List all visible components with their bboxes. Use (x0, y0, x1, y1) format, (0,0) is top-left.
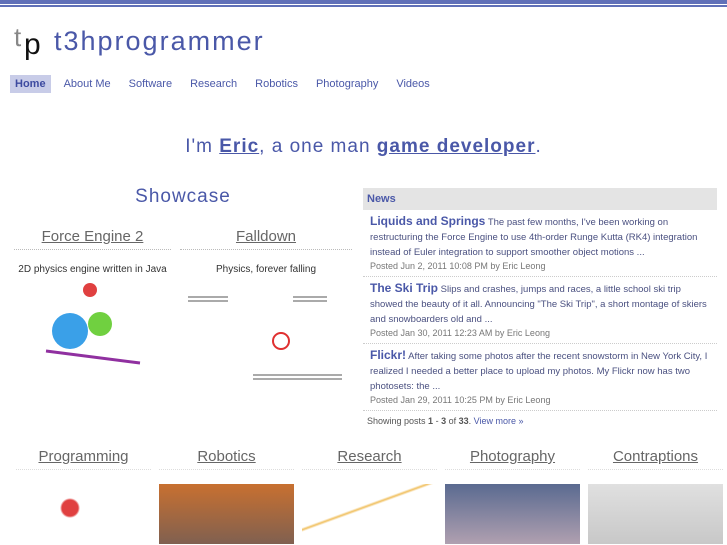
card-desc: Physics, forever falling (215, 264, 317, 275)
falldown-link[interactable]: Falldown (180, 228, 352, 250)
tagline-text: . (535, 136, 542, 157)
category-link[interactable]: Contraptions (588, 448, 723, 470)
showcase-card: Force Engine 2 2D physics engine written… (14, 228, 171, 380)
tagline-text: I'm (185, 136, 220, 157)
category-image[interactable] (159, 484, 294, 544)
news-item: The Ski Trip Slips and crashes, jumps an… (363, 277, 717, 344)
top-bar (0, 0, 727, 5)
category-programming: Programming (12, 448, 155, 544)
news-meta: Posted Jun 2, 2011 10:08 PM by Eric Leon… (370, 261, 546, 271)
news-title-link[interactable]: The Ski Trip (370, 281, 438, 295)
nav-robotics[interactable]: Robotics (250, 75, 303, 93)
range-sep: - (433, 416, 442, 426)
category-image[interactable] (445, 484, 580, 544)
card-desc: 2D physics engine written in Java (18, 264, 167, 275)
showcase-heading: Showcase (135, 186, 231, 207)
news-heading: News (363, 188, 717, 210)
nav-home[interactable]: Home (10, 75, 51, 93)
site-title[interactable]: t3hprogrammer (54, 26, 265, 57)
name-link[interactable]: Eric (219, 136, 259, 157)
category-row: Programming Robotics Research Photograph… (12, 448, 727, 544)
category-link[interactable]: Research (302, 448, 437, 470)
falldown-image[interactable] (180, 275, 352, 385)
news-meta: Posted Jan 29, 2011 10:25 PM by Eric Leo… (370, 395, 551, 405)
force-engine-link[interactable]: Force Engine 2 (14, 228, 171, 250)
pagination-info: Showing posts 1 - 3 of 33. View more » (363, 411, 717, 431)
news-panel: News Liquids and Springs The past few mo… (363, 188, 717, 431)
category-image[interactable] (588, 484, 723, 544)
category-robotics: Robotics (155, 448, 298, 544)
category-contraptions: Contraptions (584, 448, 727, 544)
tagline-text: , a one man (259, 136, 377, 157)
category-image[interactable] (302, 484, 437, 544)
news-item: Liquids and Springs The past few months,… (363, 210, 717, 277)
news-item: Flickr! After taking some photos after t… (363, 344, 717, 411)
category-research: Research (298, 448, 441, 544)
svg-text:p: p (24, 28, 41, 61)
main-nav: Home About Me Software Research Robotics… (10, 75, 443, 93)
total-posts: 33 (458, 416, 469, 426)
news-title-link[interactable]: Liquids and Springs (370, 214, 485, 228)
news-title-link[interactable]: Flickr! (370, 348, 406, 362)
nav-about-me[interactable]: About Me (59, 75, 116, 93)
category-photography: Photography (441, 448, 584, 544)
nav-research[interactable]: Research (185, 75, 242, 93)
view-more-link[interactable]: View more » (474, 416, 524, 426)
force-engine-image[interactable] (14, 275, 171, 375)
nav-photography[interactable]: Photography (311, 75, 383, 93)
showcase-card: Falldown Physics, forever falling (180, 228, 352, 390)
nav-videos[interactable]: Videos (391, 75, 434, 93)
category-link[interactable]: Programming (16, 448, 151, 470)
news-meta: Posted Jan 30, 2011 12:23 AM by Eric Leo… (370, 328, 550, 338)
category-link[interactable]: Robotics (159, 448, 294, 470)
game-developer-link[interactable]: game developer (377, 136, 536, 157)
tagline: I'm Eric, a one man game developer. (0, 136, 727, 158)
site-logo[interactable]: t p (14, 24, 50, 64)
category-image[interactable] (16, 484, 151, 544)
svg-text:t: t (14, 24, 22, 52)
category-link[interactable]: Photography (445, 448, 580, 470)
news-body: After taking some photos after the recen… (370, 351, 708, 392)
nav-software[interactable]: Software (124, 75, 177, 93)
showing-text: Showing posts (367, 416, 429, 426)
of-text: of (446, 416, 459, 426)
